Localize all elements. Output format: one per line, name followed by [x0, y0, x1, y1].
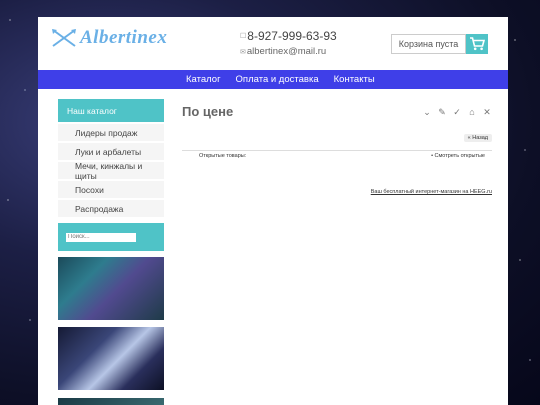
promo-image-archer[interactable]: [58, 257, 164, 320]
nav-item-payment-delivery[interactable]: Оплата и доставка: [236, 74, 319, 85]
phone-number[interactable]: 8-927-999-63-93: [247, 29, 336, 43]
email-address[interactable]: albertinex@mail.ru: [247, 46, 326, 57]
back-label: Назад: [472, 135, 488, 141]
chevron-down-icon[interactable]: ⌄: [422, 107, 432, 117]
nav-item-contacts[interactable]: Контакты: [334, 74, 375, 85]
phone-row: ☐ 8-927-999-63-93: [240, 29, 337, 43]
main-content: По цене ⌄ ✎ ✓ ⌂ ✕ « Назад Открытые товар…: [182, 103, 492, 195]
email-row: ✉ albertinex@mail.ru: [240, 46, 337, 57]
view-opened-label: Смотреть открытые: [434, 153, 485, 159]
mail-icon: ✉: [240, 48, 246, 56]
view-opened-link[interactable]: • Смотреть открытые: [431, 153, 485, 159]
edit-icon[interactable]: ✎: [437, 107, 447, 117]
site-header: Albertinex ☐ 8-927-999-63-93 ✉ albertine…: [38, 17, 508, 70]
page-container: Albertinex ☐ 8-927-999-63-93 ✉ albertine…: [38, 17, 508, 405]
catalog-item-swords[interactable]: Мечи, кинжалы и щиты: [58, 161, 164, 181]
search-box: [58, 223, 164, 251]
crossed-swords-icon: [51, 28, 77, 48]
contacts: ☐ 8-927-999-63-93 ✉ albertinex@mail.ru: [240, 29, 337, 57]
search-input[interactable]: [66, 232, 136, 242]
sidebar: Наш каталог Лидеры продаж Луки и арбалет…: [58, 99, 164, 405]
catalog-heading[interactable]: Наш каталог: [58, 99, 164, 122]
main-nav: Каталог Оплата и доставка Контакты: [38, 70, 508, 89]
home-icon[interactable]: ⌂: [467, 107, 477, 117]
nav-item-catalog[interactable]: Каталог: [186, 74, 221, 85]
shop-footer-link[interactable]: Ваш бесплатный интернет-магазин на HEEG.…: [182, 189, 492, 195]
page-title: По цене: [182, 104, 234, 119]
opened-products-row: Открытые товары: • Смотреть открытые: [182, 153, 492, 159]
title-row: По цене ⌄ ✎ ✓ ⌂ ✕: [182, 103, 492, 120]
back-row: « Назад: [182, 134, 492, 142]
close-icon[interactable]: ✕: [482, 107, 492, 117]
cart[interactable]: Корзина пуста: [391, 34, 488, 54]
catalog-item-bows[interactable]: Луки и арбалеты: [58, 143, 164, 160]
cart-button[interactable]: [466, 34, 488, 54]
catalog-item-sale[interactable]: Распродажа: [58, 200, 164, 217]
divider: [182, 150, 492, 151]
promo-image-third[interactable]: [58, 398, 164, 405]
check-circle-icon[interactable]: ✓: [452, 107, 462, 117]
catalog-list: Лидеры продаж Луки и арбалеты Мечи, кинж…: [58, 124, 164, 217]
catalog-item-bestsellers[interactable]: Лидеры продаж: [58, 124, 164, 141]
phone-icon: ☐: [240, 33, 247, 40]
opened-products-label: Открытые товары:: [199, 153, 247, 159]
logo-text: Albertinex: [80, 27, 168, 48]
cart-icon: [470, 37, 485, 51]
toolbar: ⌄ ✎ ✓ ⌂ ✕: [422, 107, 492, 117]
catalog-item-staffs[interactable]: Посохи: [58, 181, 164, 198]
site-logo[interactable]: Albertinex: [51, 27, 167, 49]
promo-image-elf[interactable]: [58, 327, 164, 390]
cart-status[interactable]: Корзина пуста: [391, 34, 466, 54]
back-button[interactable]: « Назад: [463, 134, 492, 142]
